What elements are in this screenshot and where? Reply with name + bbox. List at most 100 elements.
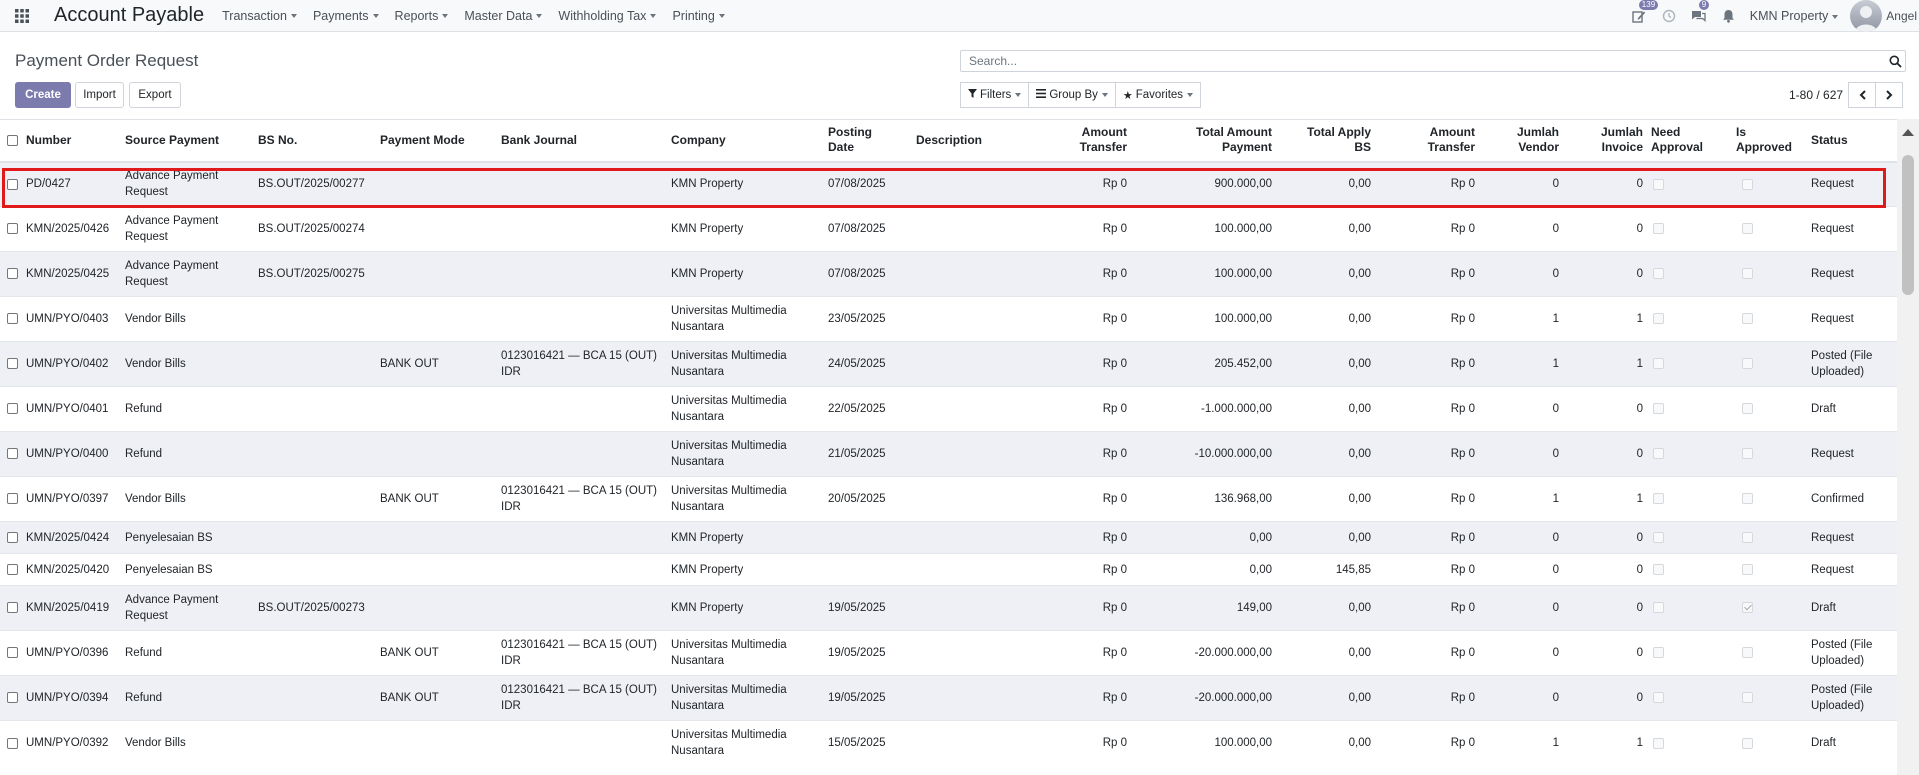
cell-payment-mode bbox=[376, 431, 497, 477]
header-line: Invoice bbox=[1601, 140, 1643, 155]
avatar[interactable] bbox=[1850, 0, 1883, 32]
cell-amount-transfer-2: Rp 0 bbox=[1375, 675, 1479, 721]
row-checkbox[interactable] bbox=[7, 178, 18, 190]
table-row[interactable]: UMN/PYO/0402 Vendor Bills BANK OUT 01230164… bbox=[0, 341, 1897, 387]
table-row[interactable]: UMN/PYO/0401 Refund Universitas Multimedia… bbox=[0, 386, 1897, 432]
app-title[interactable]: Account Payable bbox=[54, 4, 204, 27]
col-need-approval[interactable]: Need Approval bbox=[1647, 119, 1732, 163]
cell-amount-transfer-2: Rp 0 bbox=[1375, 585, 1479, 631]
row-checkbox[interactable] bbox=[7, 647, 18, 659]
table-row[interactable]: UMN/PYO/0394 Refund BANK OUT 0123016421 — B… bbox=[0, 675, 1897, 721]
scroll-thumb[interactable] bbox=[1902, 155, 1914, 295]
row-checkbox[interactable] bbox=[7, 223, 18, 235]
table-row[interactable]: UMN/PYO/0396 Refund BANK OUT 0123016421 — B… bbox=[0, 630, 1897, 676]
cell-description bbox=[912, 431, 1032, 477]
search-icon[interactable] bbox=[1885, 55, 1905, 68]
row-checkbox[interactable] bbox=[7, 448, 18, 460]
row-checkbox[interactable] bbox=[7, 737, 18, 749]
col-source-payment[interactable]: Source Payment bbox=[121, 119, 254, 163]
cell-need-approval bbox=[1647, 386, 1732, 432]
row-checkbox[interactable] bbox=[7, 692, 18, 704]
cell-description bbox=[912, 386, 1032, 432]
row-checkbox[interactable] bbox=[7, 358, 18, 370]
cell-total-amount-payment: 205.452,00 bbox=[1131, 341, 1276, 387]
table-row[interactable]: UMN/PYO/0397 Vendor Bills BANK OUT 01230164… bbox=[0, 476, 1897, 522]
cell-jumlah-vendor: 0 bbox=[1479, 386, 1563, 432]
cell-jumlah-vendor: 1 bbox=[1479, 720, 1563, 766]
col-posting-date[interactable]: Posting Date bbox=[824, 119, 912, 163]
cell-amount-transfer: Rp 0 bbox=[1032, 720, 1131, 766]
col-payment-mode[interactable]: Payment Mode bbox=[376, 119, 497, 163]
scroll-up-arrow-icon[interactable] bbox=[1902, 129, 1914, 136]
menu-printing[interactable]: Printing bbox=[672, 9, 725, 23]
col-bank-journal[interactable]: Bank Journal bbox=[497, 119, 667, 163]
header-line: Date bbox=[828, 140, 855, 155]
col-total-apply-bs[interactable]: Total Apply BS bbox=[1276, 119, 1375, 163]
col-jumlah-vendor[interactable]: Jumlah Vendor bbox=[1479, 119, 1563, 163]
star-icon: ★ bbox=[1122, 89, 1133, 102]
table-row[interactable]: UMN/PYO/0392 Vendor Bills Universitas Mult… bbox=[0, 720, 1897, 766]
pager-value[interactable]: 1-80 / 627 bbox=[1789, 88, 1843, 102]
vertical-scrollbar[interactable] bbox=[1897, 119, 1919, 775]
table-row[interactable]: KMN/2025/0425 Advance Payment Request BS.O… bbox=[0, 251, 1897, 297]
table-row[interactable]: KMN/2025/0424 Penyelesaian BS KMN Property… bbox=[0, 521, 1897, 554]
row-checkbox[interactable] bbox=[7, 268, 18, 280]
menu-master-data[interactable]: Master Data bbox=[464, 9, 543, 23]
col-status[interactable]: Status bbox=[1807, 119, 1897, 163]
row-checkbox[interactable] bbox=[7, 563, 18, 575]
export-button[interactable]: Export bbox=[129, 82, 181, 108]
menu-withholding-tax[interactable]: Withholding Tax bbox=[558, 9, 657, 23]
row-checkbox[interactable] bbox=[7, 602, 18, 614]
menu-payments[interactable]: Payments bbox=[313, 9, 379, 23]
row-checkbox[interactable] bbox=[7, 493, 18, 505]
need-approval-checkbox bbox=[1653, 223, 1664, 235]
create-button[interactable]: Create bbox=[15, 82, 71, 108]
apps-grid-icon[interactable] bbox=[0, 0, 44, 32]
table-row[interactable]: PD/0427 Advance Payment Request BS.OUT/202… bbox=[0, 161, 1897, 207]
cell-description bbox=[912, 585, 1032, 631]
row-checkbox[interactable] bbox=[7, 313, 18, 325]
table-row[interactable]: KMN/2025/0420 Penyelesaian BS KMN Property… bbox=[0, 553, 1897, 586]
clock-icon[interactable] bbox=[1654, 0, 1684, 32]
cell-bank-journal: 0123016421 — BCA 15 (OUT) IDR bbox=[497, 630, 667, 676]
user-name[interactable]: Angel bbox=[1886, 9, 1917, 23]
row-checkbox[interactable] bbox=[7, 403, 18, 415]
edit-activity-icon[interactable]: 139 bbox=[1624, 0, 1659, 32]
menu-transaction[interactable]: Transaction bbox=[222, 9, 297, 23]
bell-icon[interactable] bbox=[1714, 0, 1744, 32]
cell-company: Universitas Multimedia Nusantara bbox=[667, 431, 824, 477]
chevron-right-icon bbox=[1885, 90, 1892, 100]
col-amount-transfer-2[interactable]: Amount Transfer bbox=[1375, 119, 1479, 163]
previous-page-button[interactable] bbox=[1848, 82, 1877, 108]
chat-icon[interactable]: 9 bbox=[1684, 0, 1714, 32]
filters-button[interactable]: Filters bbox=[960, 82, 1030, 108]
col-bs-no[interactable]: BS No. bbox=[254, 119, 376, 163]
row-select-cell bbox=[0, 675, 22, 721]
menu-reports[interactable]: Reports bbox=[395, 9, 449, 23]
cell-source-payment: Penyelesaian BS bbox=[121, 521, 254, 554]
cell-payment-mode bbox=[376, 585, 497, 631]
table-row[interactable]: UMN/PYO/0403 Vendor Bills Universitas Mult… bbox=[0, 296, 1897, 342]
next-page-button[interactable] bbox=[1875, 82, 1904, 108]
group-by-button[interactable]: Group By bbox=[1028, 82, 1116, 108]
table-row[interactable]: KMN/2025/0419 Advance Payment Request BS.O… bbox=[0, 585, 1897, 631]
row-checkbox[interactable] bbox=[7, 531, 18, 543]
cell-total-apply-bs: 0,00 bbox=[1276, 386, 1375, 432]
cell-amount-transfer-2: Rp 0 bbox=[1375, 251, 1479, 297]
search-input[interactable] bbox=[967, 53, 1885, 69]
favorites-button[interactable]: ★ Favorites bbox=[1114, 82, 1202, 108]
col-total-amount-payment[interactable]: Total Amount Payment bbox=[1131, 119, 1276, 163]
col-is-approved[interactable]: Is Approved bbox=[1732, 119, 1807, 163]
cell-need-approval bbox=[1647, 161, 1732, 207]
table-row[interactable]: UMN/PYO/0400 Refund Universitas Multimedia… bbox=[0, 431, 1897, 477]
import-button[interactable]: Import bbox=[75, 82, 124, 108]
row-select-cell bbox=[0, 161, 22, 207]
col-company[interactable]: Company bbox=[667, 119, 824, 163]
select-all-checkbox[interactable] bbox=[7, 135, 18, 147]
col-amount-transfer[interactable]: Amount Transfer bbox=[1032, 119, 1131, 163]
col-description[interactable]: Description bbox=[912, 119, 1032, 163]
company-switcher[interactable]: KMN Property bbox=[1750, 9, 1839, 23]
col-jumlah-invoice[interactable]: Jumlah Invoice bbox=[1563, 119, 1647, 163]
col-number[interactable]: Number bbox=[22, 119, 121, 163]
table-row[interactable]: KMN/2025/0426 Advance Payment Request BS.O… bbox=[0, 206, 1897, 252]
